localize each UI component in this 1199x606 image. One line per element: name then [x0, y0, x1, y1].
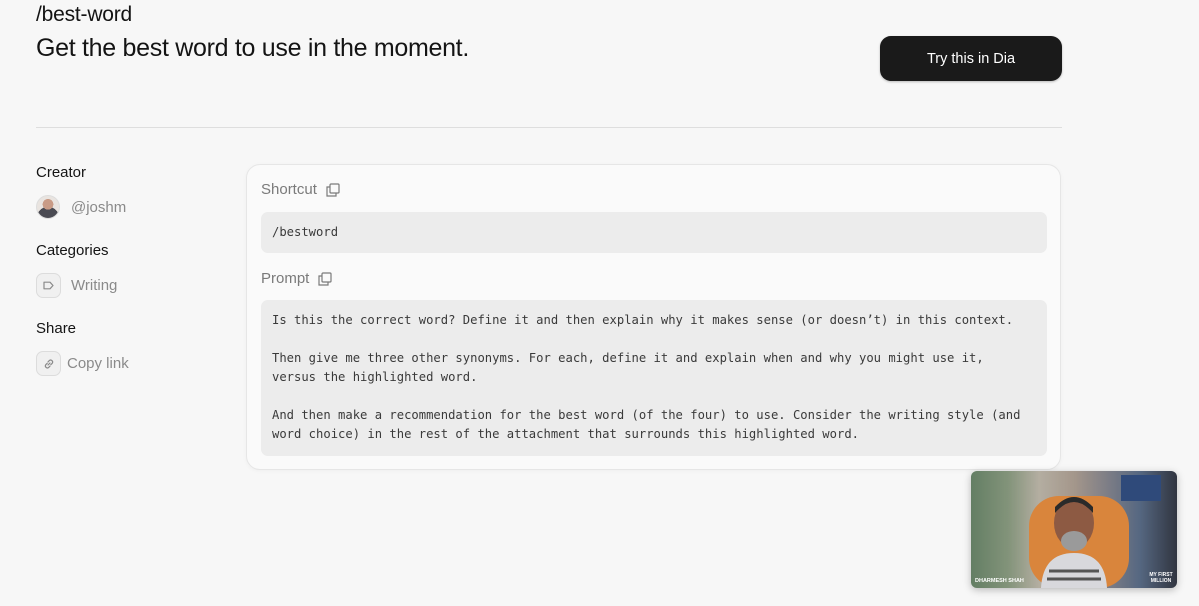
video-caption-right: MY FIRST MILLION: [1149, 572, 1173, 584]
creator-link[interactable]: @joshm: [36, 195, 126, 219]
prompt-paragraph: Then give me three other synonyms. For e…: [272, 351, 984, 384]
prompt-label-row: Prompt: [261, 270, 332, 287]
avatar: [36, 195, 60, 219]
copy-prompt-icon[interactable]: [318, 271, 332, 286]
video-caption-left: DHARMESH SHAH: [975, 578, 1024, 584]
try-in-dia-button[interactable]: Try this in Dia: [880, 36, 1062, 81]
category-writing[interactable]: Writing: [36, 273, 117, 298]
video-overlay[interactable]: DHARMESH SHAH MY FIRST MILLION: [971, 471, 1177, 588]
shortcut-value: /bestword: [272, 225, 339, 239]
video-frame-image: [971, 471, 1177, 588]
shortcut-label: Shortcut: [261, 181, 317, 198]
creator-handle: @joshm: [71, 198, 127, 216]
shortcut-code-box[interactable]: /bestword: [261, 212, 1047, 253]
shortcut-label-row: Shortcut: [261, 181, 340, 198]
page-title: /best-word: [36, 3, 133, 26]
prompt-paragraph: And then make a recommendation for the b…: [272, 408, 1021, 441]
copy-link-label: Copy link: [67, 355, 129, 372]
tag-icon: [36, 273, 61, 298]
category-label: Writing: [71, 277, 118, 294]
creator-heading: Creator: [36, 164, 87, 181]
prompt-paragraph: Is this the correct word? Define it and …: [272, 313, 1014, 327]
shortcut-card: Shortcut /bestword Prompt Is this the co…: [246, 164, 1061, 470]
prompt-code-box[interactable]: Is this the correct word? Define it and …: [261, 300, 1047, 456]
prompt-label: Prompt: [261, 270, 310, 287]
link-icon: [36, 351, 61, 376]
share-heading: Share: [36, 320, 77, 337]
page-subtitle: Get the best word to use in the moment.: [36, 34, 469, 62]
copy-link-button[interactable]: Copy link: [36, 351, 129, 376]
header-divider: [36, 127, 1062, 128]
copy-shortcut-icon[interactable]: [326, 182, 340, 197]
categories-heading: Categories: [36, 242, 109, 259]
